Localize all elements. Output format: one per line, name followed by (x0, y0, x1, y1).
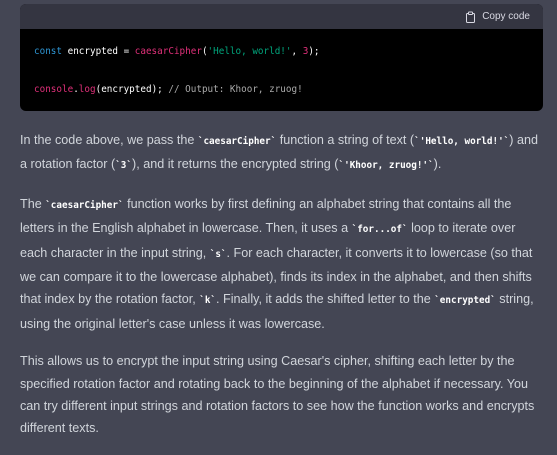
inline-code: `encrypted` (434, 295, 496, 307)
code-token: ); (308, 46, 320, 57)
code-block: Copy code const encrypted = caesarCipher… (20, 4, 543, 111)
code-token: 'Hello, world!' (207, 46, 292, 57)
paragraph-text: The (20, 196, 46, 211)
code-token: (encrypted); (95, 84, 169, 95)
inline-code: `3` (115, 160, 132, 172)
code-line: const encrypted = caesarCipher('Hello, w… (34, 42, 529, 61)
code-token: console (34, 84, 74, 95)
copy-code-label: Copy code (482, 11, 530, 22)
inline-code: `'Khoor, zruog!'` (338, 160, 434, 172)
code-block-header: Copy code (20, 4, 543, 29)
inline-code: `k` (199, 295, 217, 307)
paragraph-text: This allows us to encrypt the input stri… (20, 354, 535, 436)
paragraph-text: ). (433, 157, 442, 172)
response-paragraph: The `caesarCipher` function works by fir… (20, 193, 542, 335)
copy-code-button[interactable]: Copy code (465, 11, 530, 23)
code-token: encrypted = (62, 46, 135, 57)
response-paragraph: This allows us to encrypt the input stri… (20, 350, 542, 440)
inline-code: `s` (209, 248, 227, 260)
code-line: console.log(encrypted); // Output: Khoor… (34, 80, 529, 99)
inline-code: `caesarCipher` (197, 136, 277, 147)
code-content: const encrypted = caesarCipher('Hello, w… (20, 29, 543, 99)
response-paragraph: In the code above, we pass the `caesarCi… (20, 129, 542, 178)
code-token: caesarCipher (134, 46, 202, 57)
code-token: log (78, 84, 96, 95)
inline-code: `for...of` (351, 224, 408, 236)
paragraph-text: In the code above, we pass the (20, 133, 198, 147)
code-token: , (291, 46, 303, 57)
code-token: const (34, 46, 62, 57)
paragraph-text: ), and it returns the encrypted string ( (132, 157, 339, 172)
clipboard-icon (465, 11, 476, 23)
code-token: // Output: Khoor, zruog! (168, 84, 303, 95)
paragraph-text: . Finally, it adds the shifted letter to… (216, 292, 435, 307)
paragraph-text: function a string of text ( (276, 133, 415, 147)
inline-code: `'Hello, world!'` (414, 136, 510, 147)
response-text: In the code above, we pass the `caesarCi… (20, 129, 542, 455)
inline-code: `caesarCipher` (45, 199, 124, 211)
